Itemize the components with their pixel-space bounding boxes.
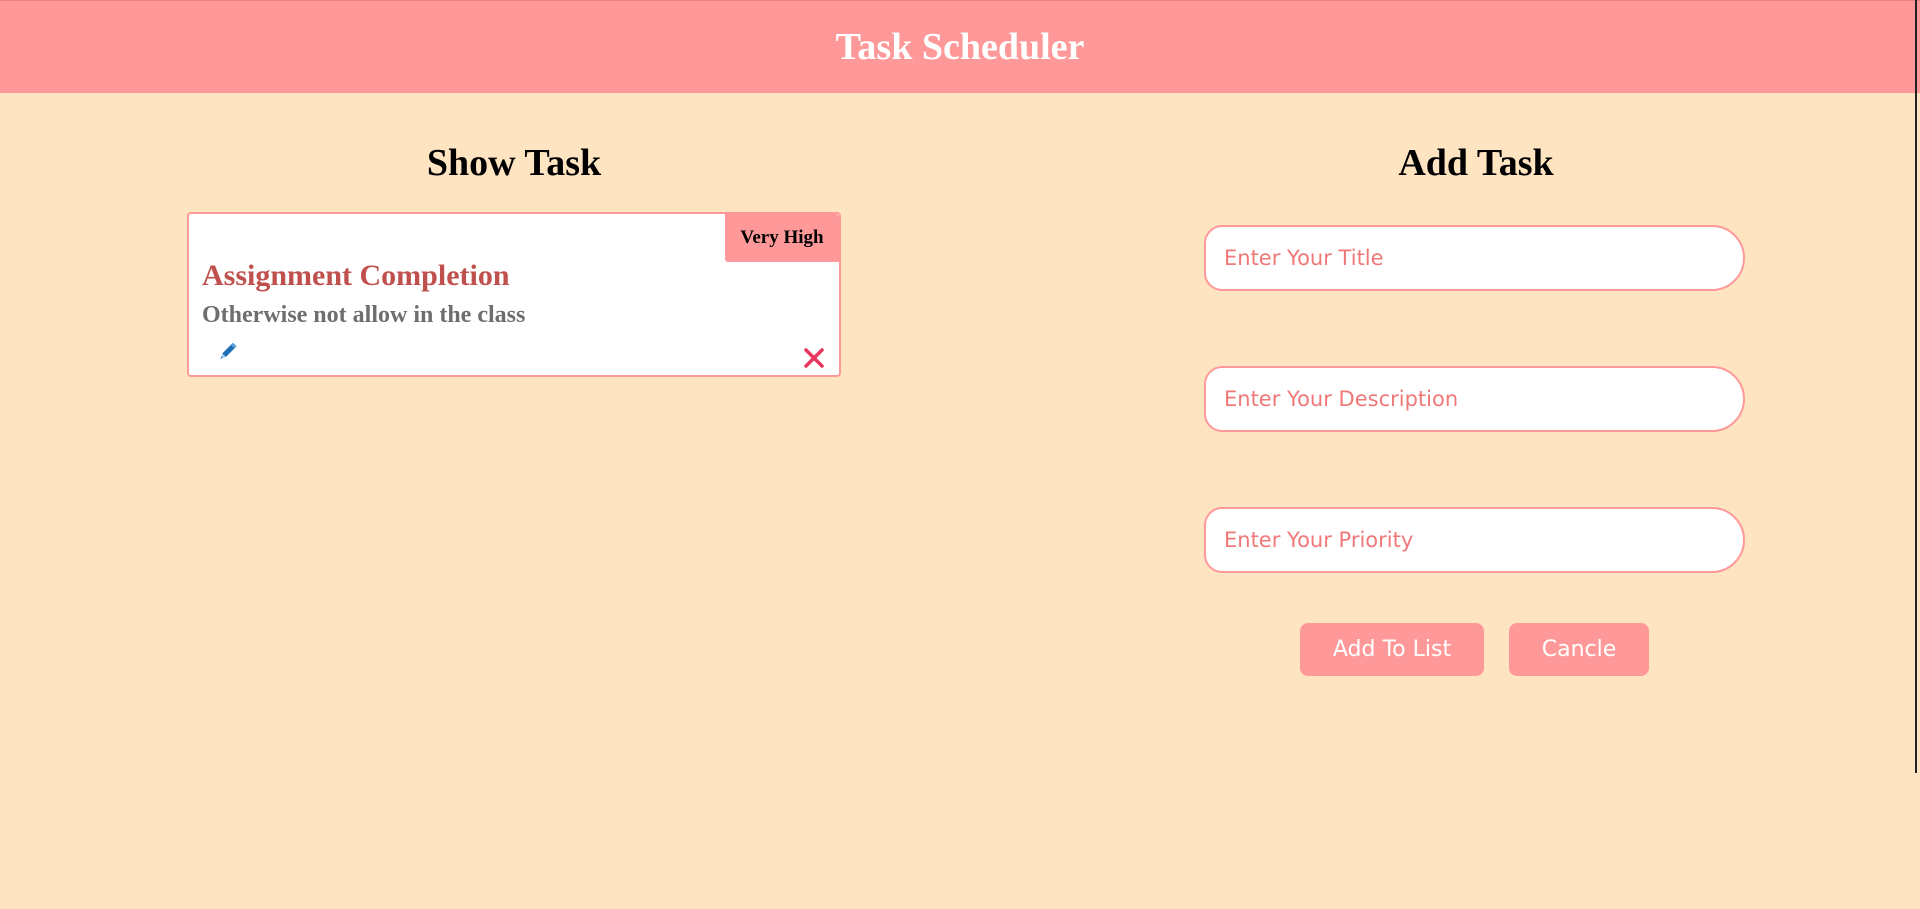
description-input[interactable] [1204,366,1745,432]
task-description: Otherwise not allow in the class [202,302,526,328]
priority-input[interactable] [1204,507,1745,573]
task-card: Very High Assignment Completion Otherwis… [187,212,841,377]
app-title: Task Scheduler [835,26,1085,68]
priority-badge: Very High [725,214,839,262]
cancel-button[interactable]: Cancle [1509,623,1649,676]
add-task-heading: Add Task [1398,142,1554,184]
pencil-icon[interactable] [217,341,239,363]
scrollbar[interactable] [1915,0,1917,773]
app-header: Task Scheduler [0,0,1920,93]
title-input[interactable] [1204,225,1745,291]
close-icon[interactable] [803,347,825,369]
task-title: Assignment Completion [202,259,510,292]
add-to-list-button[interactable]: Add To List [1300,623,1484,676]
show-task-heading: Show Task [426,142,602,184]
